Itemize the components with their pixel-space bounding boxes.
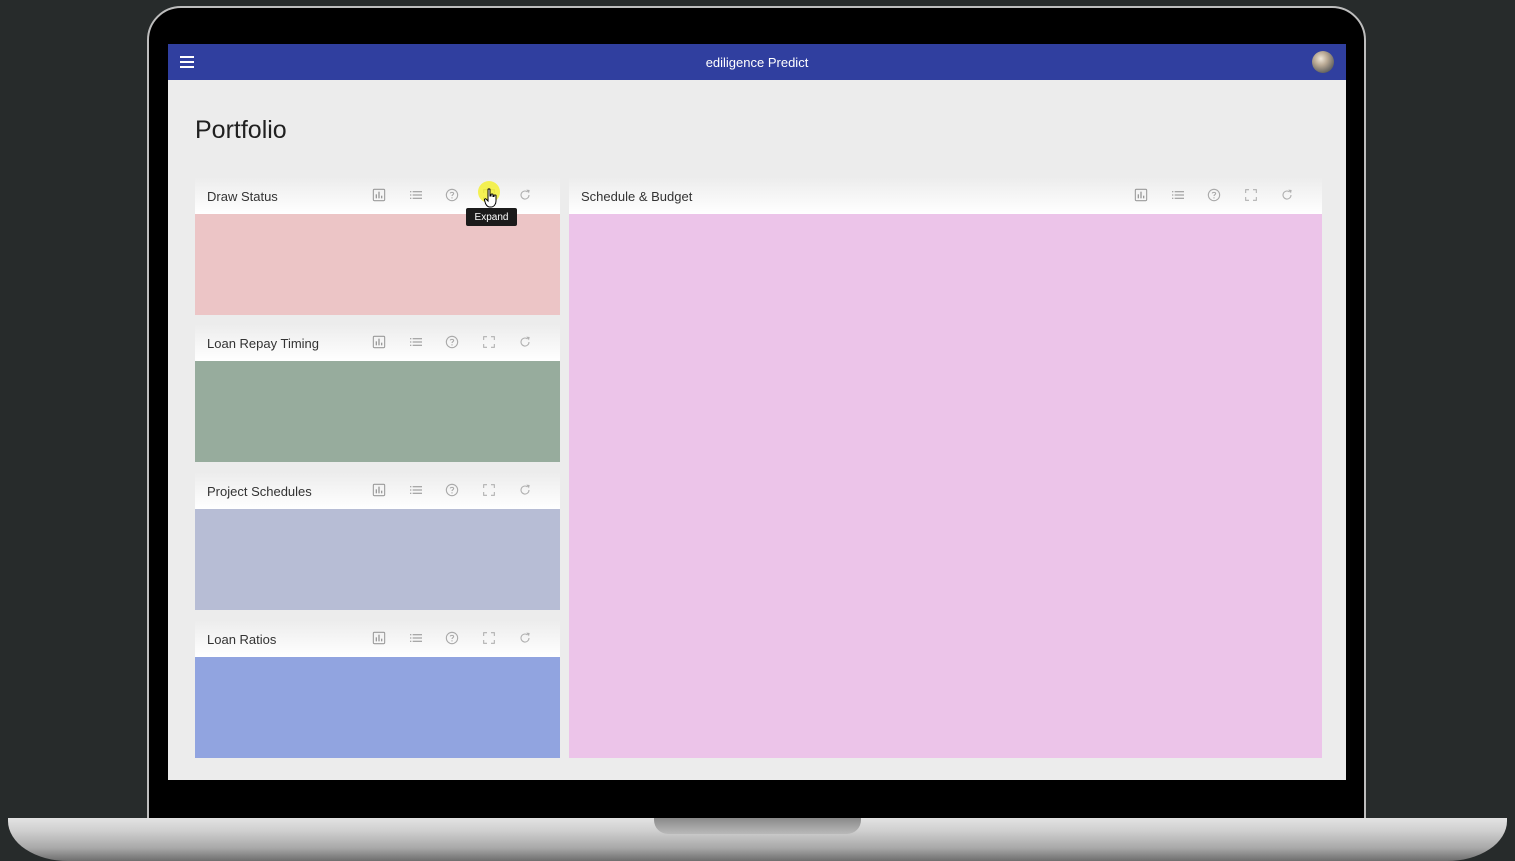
list-view-button[interactable] (407, 629, 425, 647)
help-icon (444, 482, 460, 498)
list-icon (408, 482, 424, 498)
list-view-button[interactable] (407, 333, 425, 351)
bar-chart-icon (371, 334, 387, 350)
refresh-button[interactable] (516, 481, 534, 499)
card-toolbar (370, 333, 553, 351)
card-title: Project Schedules (207, 484, 312, 499)
chart-view-button[interactable] (370, 481, 388, 499)
card-body (569, 214, 1322, 758)
help-icon (444, 187, 460, 203)
refresh-icon (517, 482, 533, 498)
card-toolbar (370, 481, 553, 499)
help-button[interactable] (443, 186, 461, 204)
refresh-icon (517, 334, 533, 350)
card-body (195, 509, 560, 610)
card-title: Loan Ratios (207, 632, 277, 647)
card-title: Loan Repay Timing (207, 336, 320, 351)
card-toolbar (1132, 186, 1315, 204)
expand-button[interactable] (1242, 186, 1260, 204)
fullscreen-icon (481, 630, 497, 646)
refresh-button[interactable] (516, 629, 534, 647)
list-view-button[interactable] (407, 186, 425, 204)
chart-view-button[interactable] (370, 186, 388, 204)
bar-chart-icon (371, 482, 387, 498)
refresh-icon (517, 630, 533, 646)
list-view-button[interactable] (1169, 186, 1187, 204)
app-bar: ediligence Predict (168, 44, 1346, 80)
hand-cursor-icon (484, 188, 497, 208)
refresh-button[interactable] (516, 333, 534, 351)
fullscreen-icon (481, 334, 497, 350)
fullscreen-icon (1243, 187, 1259, 203)
expand-button[interactable] (480, 333, 498, 351)
card-project-schedules: Project Schedules (195, 472, 560, 610)
avatar[interactable] (1312, 51, 1334, 73)
list-icon (408, 187, 424, 203)
bar-chart-icon (1133, 187, 1149, 203)
card-schedule-budget: Schedule & Budget (569, 177, 1322, 758)
help-button[interactable] (443, 629, 461, 647)
fullscreen-icon (481, 482, 497, 498)
refresh-button[interactable] (516, 186, 534, 204)
card-header: Project Schedules (195, 472, 560, 509)
card-loan-ratios: Loan Ratios (195, 620, 560, 758)
expand-button[interactable] (480, 481, 498, 499)
bar-chart-icon (371, 630, 387, 646)
chart-view-button[interactable] (370, 629, 388, 647)
card-title: Schedule & Budget (581, 189, 693, 204)
chart-view-button[interactable] (1132, 186, 1150, 204)
help-icon (444, 334, 460, 350)
expand-button[interactable] (480, 629, 498, 647)
card-header: Schedule & Budget (569, 177, 1322, 214)
list-icon (408, 334, 424, 350)
bar-chart-icon (371, 187, 387, 203)
card-body (195, 361, 560, 462)
card-header: Loan Ratios (195, 620, 560, 657)
help-button[interactable] (443, 481, 461, 499)
card-title: Draw Status (207, 189, 278, 204)
list-view-button[interactable] (407, 481, 425, 499)
help-button[interactable] (1205, 186, 1223, 204)
card-header: Loan Repay Timing (195, 324, 560, 361)
card-loan-repay-timing: Loan Repay Timing (195, 324, 560, 462)
refresh-icon (517, 187, 533, 203)
help-icon (444, 630, 460, 646)
help-icon (1206, 187, 1222, 203)
page-title: Portfolio (195, 116, 287, 144)
menu-icon[interactable] (180, 54, 196, 70)
card-body (195, 214, 560, 315)
help-button[interactable] (443, 333, 461, 351)
chart-view-button[interactable] (370, 333, 388, 351)
card-toolbar (370, 629, 553, 647)
card-body (195, 657, 560, 758)
refresh-icon (1279, 187, 1295, 203)
refresh-button[interactable] (1278, 186, 1296, 204)
tooltip: Expand (466, 208, 517, 226)
app-title: ediligence Predict (705, 54, 809, 70)
app-screen: ediligence Predict Portfolio Draw Status… (168, 44, 1346, 780)
card-draw-status: Draw Status (195, 177, 560, 315)
list-icon (408, 630, 424, 646)
laptop-notch (654, 818, 861, 834)
card-toolbar (370, 186, 553, 204)
list-icon (1170, 187, 1186, 203)
